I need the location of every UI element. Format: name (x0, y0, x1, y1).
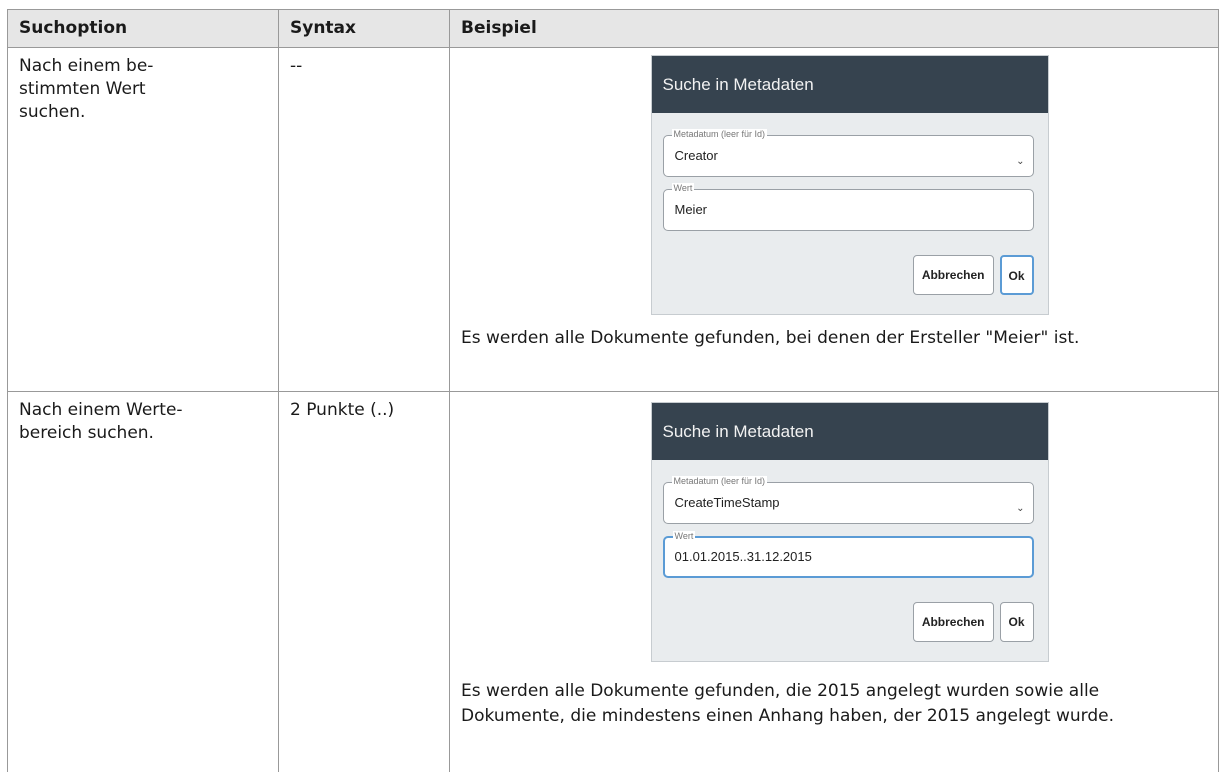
example-result-text: Es werden alle Dokumente gefunden, bei d… (461, 328, 1080, 348)
search-options-table: Suchoption Syntax Beispiel Nach einem be… (7, 9, 1219, 772)
metadata-select[interactable]: Metadatum (leer für Id) CreateTimeStamp … (662, 476, 1034, 524)
column-header-syntax: Syntax (278, 9, 450, 48)
option-text: Nach einem Werte- bereich suchen. (19, 400, 183, 443)
cancel-button[interactable]: Abbrechen (912, 602, 994, 642)
dialog-title: Suche in Metadaten (651, 56, 1048, 113)
ok-button[interactable]: Ok (999, 255, 1034, 295)
metadata-select-legend: Metadatum (leer für Id) (671, 129, 768, 140)
value-input-text: Meier (674, 202, 708, 217)
example-figure: Suche in Metadaten Metadatum (leer für I… (461, 402, 1208, 662)
value-input[interactable]: Wert Meier (662, 183, 1034, 231)
syntax-cell: -- (278, 47, 450, 392)
value-input[interactable]: Wert 01.01.2015..31.12.2015 (662, 531, 1034, 578)
metadata-select-value: Creator (674, 148, 718, 163)
option-cell: Nach einem be- stimmten Wert suchen. (7, 47, 279, 392)
syntax-cell: 2 Punkte (..) (278, 391, 450, 772)
search-dialog: Suche in Metadaten Metadatum (leer für I… (650, 402, 1049, 662)
example-result-text: Es werden alle Dokumente gefunden, die 2… (461, 681, 1115, 726)
ok-button[interactable]: Ok (999, 602, 1034, 642)
table-row: Nach einem Werte- bereich suchen. 2 Punk… (7, 391, 1219, 772)
option-cell: Nach einem Werte- bereich suchen. (7, 391, 279, 772)
value-input-text: 01.01.2015..31.12.2015 (674, 549, 812, 564)
search-dialog: Suche in Metadaten Metadatum (leer für I… (650, 55, 1049, 315)
example-figure: Suche in Metadaten Metadatum (leer für I… (461, 55, 1208, 315)
value-input-legend: Wert (671, 183, 695, 194)
column-header-beispiel: Beispiel (449, 9, 1219, 48)
example-cell: Suche in Metadaten Metadatum (leer für I… (449, 47, 1219, 392)
example-cell: Suche in Metadaten Metadatum (leer für I… (449, 391, 1219, 772)
metadata-select[interactable]: Metadatum (leer für Id) Creator ⌄ (662, 129, 1034, 177)
syntax-text: 2 Punkte (..) (290, 400, 395, 420)
cancel-button[interactable]: Abbrechen (912, 255, 994, 295)
syntax-text: -- (290, 56, 303, 76)
chevron-down-icon: ⌄ (1016, 503, 1025, 514)
column-header-suchoption: Suchoption (7, 9, 279, 48)
table-row: Nach einem be- stimmten Wert suchen. -- … (7, 47, 1219, 392)
chevron-down-icon: ⌄ (1016, 156, 1025, 167)
metadata-select-value: CreateTimeStamp (674, 495, 780, 510)
option-text: Nach einem be- stimmten Wert suchen. (19, 56, 154, 122)
table-header-row: Suchoption Syntax Beispiel (7, 9, 1219, 48)
metadata-select-legend: Metadatum (leer für Id) (671, 476, 768, 487)
value-input-legend: Wert (672, 531, 696, 542)
dialog-title: Suche in Metadaten (651, 403, 1048, 460)
